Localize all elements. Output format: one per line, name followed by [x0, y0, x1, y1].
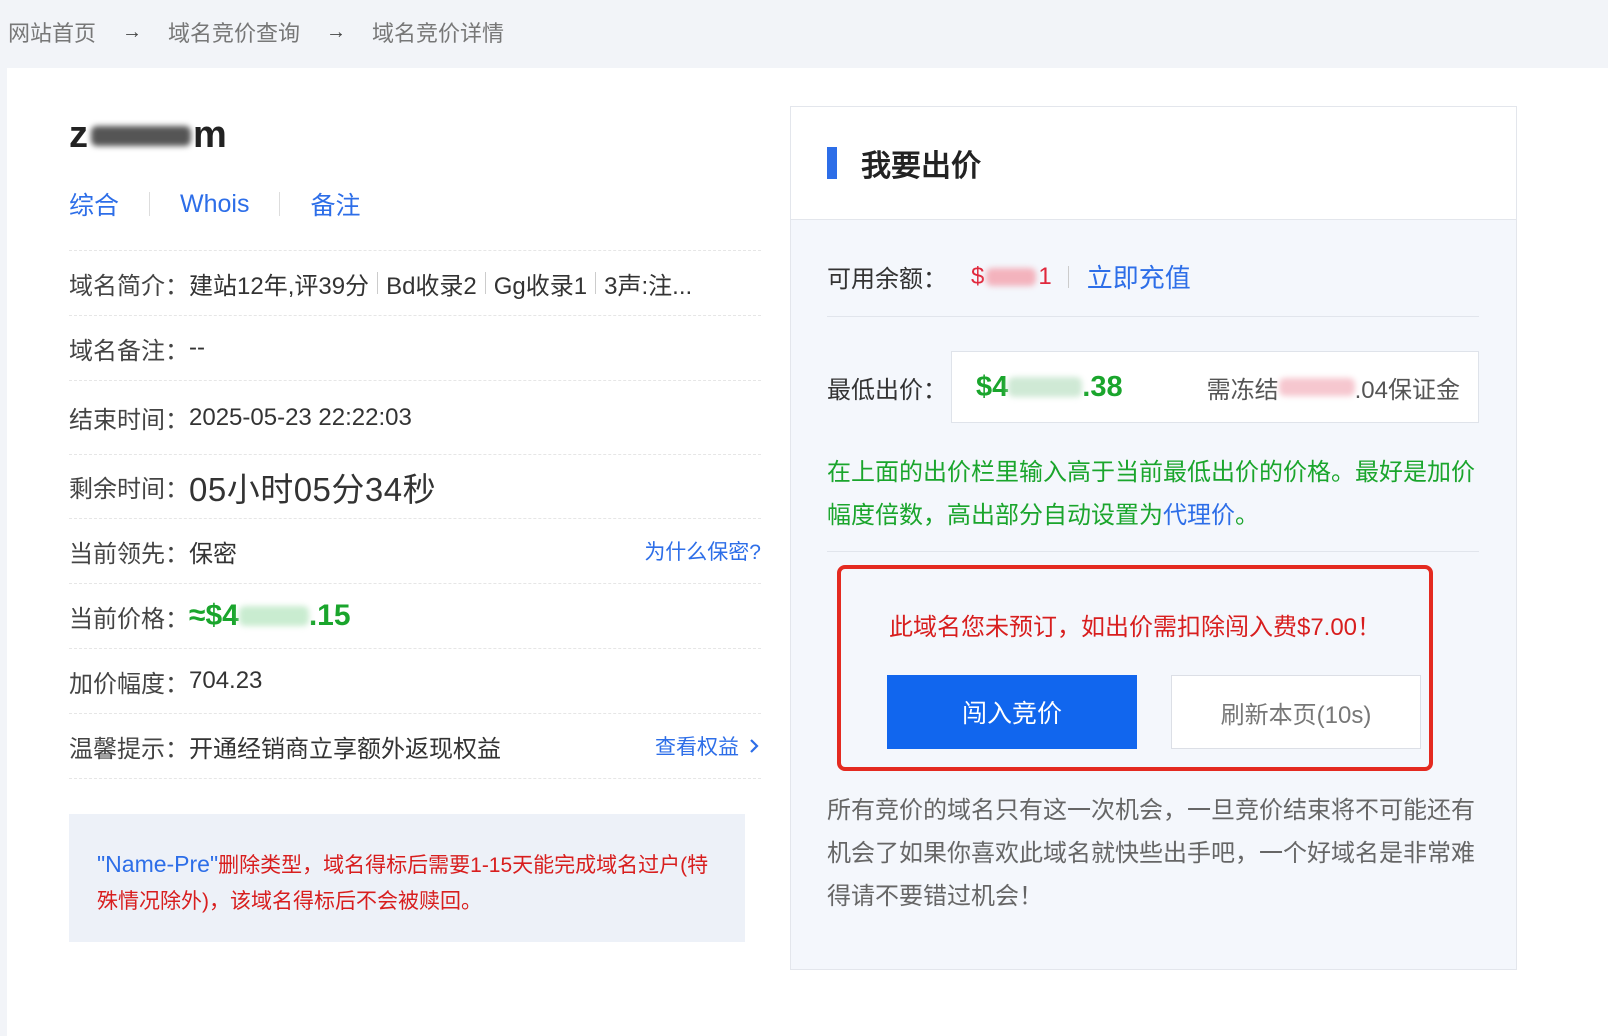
freeze-redacted — [1278, 378, 1355, 396]
title-accent-bar — [827, 147, 837, 179]
bid-input[interactable]: $4 .38 需冻结 .04保证金 — [951, 351, 1479, 423]
domain-name-end: m — [193, 114, 228, 156]
recharge-link[interactable]: 立即充值 — [1087, 258, 1191, 295]
bid-hint-end: 。 — [1235, 502, 1259, 529]
min-bid-suffix: .38 — [1082, 370, 1123, 403]
intro-part-bd: Bd收录2 — [386, 272, 477, 300]
breadcrumb-home[interactable]: 网站首页 — [8, 16, 96, 48]
current-price-label: 当前价格： — [69, 605, 189, 633]
bid-hint-text: 在上面的出价栏里输入高于当前最低出价的价格。最好是加价幅度倍数，高出部分自动设置… — [827, 459, 1475, 529]
divider — [1067, 265, 1069, 288]
chevron-right-icon — [750, 739, 759, 753]
balance-label: 可用余额： — [827, 266, 947, 293]
intro-part-gg: Gg收录1 — [493, 272, 588, 300]
tab-whois[interactable]: Whois — [180, 190, 249, 219]
leader-label: 当前领先： — [69, 540, 189, 568]
current-price-suffix: .15 — [308, 599, 351, 632]
min-bid-label: 最低出价： — [827, 376, 947, 404]
view-benefits-link[interactable]: 查看权益 — [655, 731, 761, 761]
freeze-prefix: 需冻结 — [1206, 376, 1279, 404]
increment-row: 加价幅度： 704.23 — [69, 649, 761, 714]
leader-row: 当前领先： 保密 为什么保密? — [69, 519, 761, 584]
end-time-label: 结束时间： — [69, 407, 189, 434]
intro-row: 域名简介： 建站12年,评39分 Bd收录2 Gg收录1 3声:注... — [69, 250, 761, 316]
remark-value: -- — [189, 334, 205, 361]
bid-footer-note: 所有竞价的域名只有这一次机会，一旦竞价结束将不可能还有机会了如果你喜欢此域名就快… — [827, 797, 1475, 910]
divider — [595, 272, 597, 294]
domain-title: z m — [69, 114, 228, 157]
breadcrumb-arrow-icon: → — [122, 20, 143, 43]
min-bid-row: 最低出价： $4 .38 需冻结 .04保证金 — [827, 351, 1479, 423]
intro-label: 域名简介： — [69, 272, 189, 300]
tab-overview[interactable]: 综合 — [69, 186, 119, 222]
proxy-price-link[interactable]: 代理价 — [1163, 502, 1235, 529]
balance-amount: $ 1 — [971, 263, 1052, 291]
intro-part-site-age: 建站12年,评39分 — [189, 272, 370, 300]
balance-redacted — [986, 267, 1037, 286]
tab-remark[interactable]: 备注 — [310, 186, 360, 222]
increment-label: 加价幅度： — [69, 670, 189, 698]
tip-row: 温馨提示： 开通经销商立享额外返现权益 查看权益 — [69, 714, 761, 779]
current-price-redacted — [238, 606, 309, 626]
tab-divider — [149, 192, 151, 216]
domain-tabs: 综合 Whois 备注 — [69, 186, 361, 222]
remaining-time-row: 剩余时间： 05小时05分34秒 — [69, 455, 761, 519]
end-time-value: 2025-05-23 22:22:03 — [189, 403, 412, 431]
notice-type-name: "Name-Pre" — [97, 851, 219, 877]
increment-value: 704.23 — [189, 667, 263, 694]
breadcrumb: 网站首页 → 域名竞价查询 → 域名竞价详情 — [8, 14, 504, 50]
current-price-prefix: ≈$4 — [189, 599, 239, 632]
balance-row: 可用余额： $ 1 立即充值 — [827, 237, 1479, 317]
refresh-page-button[interactable]: 刷新本页(10s) — [1171, 675, 1421, 749]
end-time-row: 结束时间： 2025-05-23 22:22:03 — [69, 381, 761, 455]
bid-panel: 我要出价 可用余额： $ 1 立即充值 最低出价： $4 .38 需冻结 .04… — [790, 106, 1517, 970]
balance-prefix: $ — [971, 262, 985, 290]
bid-action-box: 此域名您未预订，如出价需扣除闯入费$7.00！ 闯入竞价 刷新本页(10s) — [837, 565, 1433, 771]
intro-tag[interactable]: 3声:注... — [604, 266, 692, 301]
delete-type-notice: "Name-Pre"删除类型，域名得标后需要1-15天能完成域名过户(特殊情况除… — [69, 814, 745, 942]
remark-row: 域名备注： -- — [69, 316, 761, 381]
why-secret-link[interactable]: 为什么保密? — [644, 536, 761, 566]
min-bid-redacted — [1008, 377, 1083, 397]
min-bid-prefix: $4 — [976, 370, 1009, 403]
domain-name-redacted — [91, 125, 191, 146]
remaining-time-label: 剩余时间： — [69, 476, 189, 503]
view-benefits-label: 查看权益 — [655, 736, 739, 759]
breadcrumb-auction-search[interactable]: 域名竞价查询 — [168, 16, 300, 48]
bid-panel-header: 我要出价 — [791, 107, 1516, 220]
current-price-row: 当前价格： ≈$4 .15 — [69, 584, 761, 649]
remark-label: 域名备注： — [69, 337, 189, 365]
freeze-deposit: 需冻结 .04保证金 — [1207, 370, 1460, 405]
min-bid-value: $4 .38 — [976, 371, 1123, 404]
tip-label: 温馨提示： — [69, 735, 189, 763]
remaining-time-countdown: 05小时05分34秒 — [189, 470, 437, 508]
divider — [377, 272, 379, 294]
enter-bid-button[interactable]: 闯入竞价 — [887, 675, 1137, 749]
current-price-value: ≈$4 .15 — [189, 599, 351, 633]
tip-value: 开通经销商立享额外返现权益 — [189, 735, 501, 763]
bid-panel-title: 我要出价 — [861, 150, 981, 183]
main-card: z m 综合 Whois 备注 域名简介： 建站12年,评39分 Bd收录2 G… — [7, 68, 1608, 1036]
breadcrumb-arrow-icon: → — [326, 20, 347, 43]
tab-divider — [279, 192, 281, 216]
breadcrumb-auction-detail: 域名竞价详情 — [372, 21, 505, 46]
domain-name-start: z — [69, 114, 89, 156]
bid-hint: 在上面的出价栏里输入高于当前最低出价的价格。最好是加价幅度倍数，高出部分自动设置… — [827, 451, 1479, 552]
balance-suffix: 1 — [1038, 262, 1052, 290]
freeze-suffix: .04保证金 — [1354, 376, 1460, 404]
leader-value: 保密 — [189, 540, 237, 568]
divider — [484, 272, 486, 294]
entry-fee-warning: 此域名您未预订，如出价需扣除闯入费$7.00！ — [888, 614, 1382, 641]
